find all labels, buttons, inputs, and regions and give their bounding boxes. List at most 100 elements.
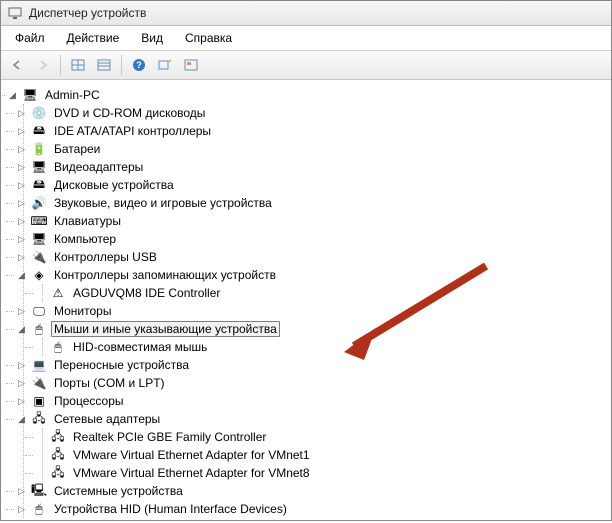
device-icon: 🖧	[50, 429, 66, 445]
expander-open-icon[interactable]: ◢	[16, 270, 27, 281]
app-icon	[7, 5, 23, 21]
expander-closed-icon[interactable]: ▷	[16, 216, 27, 227]
device-icon: 🖱	[31, 321, 47, 337]
toolbar-scan-button[interactable]	[153, 54, 177, 76]
tree-child-node[interactable]: 🖧Realtek PCIe GBE Family Controller	[33, 428, 607, 446]
toolbar-forward-button[interactable]	[31, 54, 55, 76]
tree-node[interactable]: ▷ 🔋Батареи	[14, 140, 607, 158]
toolbar-show-hidden-button[interactable]	[179, 54, 203, 76]
tree-node[interactable]: ◢ ◈Контроллеры запоминающих устройств	[14, 266, 607, 284]
tree-node[interactable]: ▷🖳Системные устройства	[14, 482, 607, 500]
device-icon: 🖥	[31, 159, 47, 175]
tree-node[interactable]: ▷ 🔊Звуковые, видео и игровые устройства	[14, 194, 607, 212]
tree-node-label: DVD и CD-ROM дисководы	[51, 105, 208, 121]
tree-node[interactable]: ◢🖧Сетевые адаптеры	[14, 410, 607, 428]
tree-node[interactable]: ▷ ⌨Клавиатуры	[14, 212, 607, 230]
expander-closed-icon[interactable]: ▷	[16, 504, 27, 515]
expander-closed-icon[interactable]: ▷	[16, 360, 27, 371]
tree-node-label: Контроллеры USB	[51, 249, 160, 265]
expander-closed-icon[interactable]: ▷	[16, 252, 27, 263]
tree-node-label: Устройства HID (Human Interface Devices)	[51, 501, 290, 517]
tree-child-node[interactable]: 🖧VMware Virtual Ethernet Adapter for VMn…	[33, 446, 607, 464]
expander-closed-icon[interactable]: ▷	[16, 162, 27, 173]
svg-text:?: ?	[136, 60, 142, 70]
tree-node[interactable]: ▷🔌Контроллеры USB	[14, 248, 607, 266]
tree-node-label: Контроллеры запоминающих устройств	[51, 267, 279, 283]
toolbar-help-button[interactable]: ?	[127, 54, 151, 76]
tree-node-label: Порты (COM и LPT)	[51, 375, 168, 391]
expander-closed-icon[interactable]: ▷	[16, 126, 27, 137]
tree-node-label: Дисковые устройства	[51, 177, 177, 193]
tree-node-label: Процессоры	[51, 393, 127, 409]
tree-node-label: Realtek PCIe GBE Family Controller	[70, 429, 269, 445]
device-icon: 🖳	[31, 483, 47, 499]
tree-node-label: IDE ATA/ATAPI контроллеры	[51, 123, 214, 139]
tree-node[interactable]: ▷🖵Мониторы	[14, 302, 607, 320]
expander-closed-icon[interactable]: ▷	[16, 486, 27, 497]
expander-closed-icon[interactable]: ▷	[16, 396, 27, 407]
tree-node-label: HID-совместимая мышь	[70, 339, 210, 355]
tree-node[interactable]: ▷ 💻Переносные устройства	[14, 356, 607, 374]
tree-node[interactable]: ▷🖥Видеоадаптеры	[14, 158, 607, 176]
expander-closed-icon[interactable]: ▷	[16, 180, 27, 191]
tree-node-label: AGDUVQM8 IDE Controller	[70, 285, 223, 301]
tree-node[interactable]: ▷ 🖴Дисковые устройства	[14, 176, 607, 194]
tree-root-node[interactable]: ◢ 🖥Admin-PC	[5, 86, 607, 104]
device-icon: 🔋	[31, 141, 47, 157]
device-icon: 🖥	[31, 231, 47, 247]
menu-file[interactable]: Файл	[5, 28, 55, 48]
tree-node[interactable]: ▷ 💿DVD и CD-ROM дисководы	[14, 104, 607, 122]
toolbar-separator	[60, 55, 61, 75]
tree-node[interactable]: ▷🔌Порты (COM и LPT)	[14, 374, 607, 392]
expander-open-icon[interactable]: ◢	[16, 414, 27, 425]
tree-node-label: Клавиатуры	[51, 213, 124, 229]
tree-node[interactable]: ▷ 🖥Компьютер	[14, 230, 607, 248]
tree-child-node[interactable]: 🖱HID-совместимая мышь	[33, 338, 607, 356]
expander-closed-icon[interactable]: ▷	[16, 198, 27, 209]
window-title: Диспетчер устройств	[29, 6, 146, 20]
tree-node[interactable]: ▷▣Процессоры	[14, 392, 607, 410]
tree-node-label: VMware Virtual Ethernet Adapter for VMne…	[70, 447, 313, 463]
tree-node[interactable]: ◢ 🖱Мыши и иные указывающие устройства	[14, 320, 607, 338]
tree-node-label: Переносные устройства	[51, 357, 192, 373]
device-icon: ⚠	[50, 285, 66, 301]
device-icon: 🖴	[31, 123, 47, 139]
tree-node-label: Мыши и иные указывающие устройства	[51, 321, 280, 337]
tree-node-label: Компьютер	[51, 231, 119, 247]
expander-closed-icon[interactable]: ▷	[16, 234, 27, 245]
titlebar: Диспетчер устройств	[1, 1, 611, 26]
toolbar-grid-button[interactable]	[66, 54, 90, 76]
device-icon: 🖧	[31, 411, 47, 427]
tree-child-node[interactable]: ⚠AGDUVQM8 IDE Controller	[33, 284, 607, 302]
tree-node-label: Батареи	[51, 141, 103, 157]
tree-root-label: Admin-PC	[42, 87, 103, 103]
expander-open-icon[interactable]: ◢	[7, 90, 18, 101]
device-icon: 🖱	[50, 339, 66, 355]
device-icon: 🔊	[31, 195, 47, 211]
toolbar-back-button[interactable]	[5, 54, 29, 76]
device-icon: 💿	[31, 105, 47, 121]
device-icon: ⌨	[31, 213, 47, 229]
tree-child-node[interactable]: 🖧VMware Virtual Ethernet Adapter for VMn…	[33, 464, 607, 482]
device-icon: 🖧	[50, 447, 66, 463]
menu-view[interactable]: Вид	[131, 28, 173, 48]
expander-closed-icon[interactable]: ▷	[16, 144, 27, 155]
menu-action[interactable]: Действие	[57, 28, 130, 48]
toolbar-list-button[interactable]	[92, 54, 116, 76]
expander-closed-icon[interactable]: ▷	[16, 108, 27, 119]
device-icon: 🖴	[31, 177, 47, 193]
tree-node[interactable]: ▷ 🖴IDE ATA/ATAPI контроллеры	[14, 122, 607, 140]
toolbar: ?	[1, 51, 611, 80]
menu-help[interactable]: Справка	[175, 28, 242, 48]
tree-node-label: VMware Virtual Ethernet Adapter for VMne…	[70, 465, 313, 481]
device-icon: ◈	[31, 267, 47, 283]
expander-closed-icon[interactable]: ▷	[16, 306, 27, 317]
expander-closed-icon[interactable]: ▷	[16, 378, 27, 389]
tree-area[interactable]: ◢🖥Admin-PC▷💿DVD и CD-ROM дисководы▷🖴IDE …	[1, 80, 611, 523]
computer-icon: 🖥	[22, 87, 38, 103]
tree-node-label: Звуковые, видео и игровые устройства	[51, 195, 275, 211]
tree-node[interactable]: ▷🖱Устройства HID (Human Interface Device…	[14, 500, 607, 518]
expander-open-icon[interactable]: ◢	[16, 324, 27, 335]
device-icon: 💻	[31, 357, 47, 373]
device-icon: 🖵	[31, 303, 47, 319]
